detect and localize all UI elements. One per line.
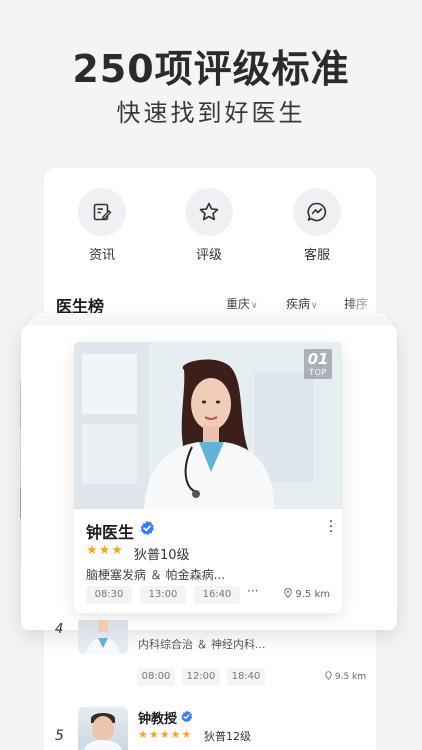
doctor-4-specialties: 内科综合治 ＆ 神经内科... <box>138 638 266 651</box>
time-slot[interactable]: 16:40 <box>194 586 240 604</box>
featured-doctor-card[interactable]: 01 TOP 钟医生 · · · ★★★ 狄普10级 脑梗塞发病 ＆ 帕金森病...… <box>74 342 342 613</box>
hero-headline: 250项评级标准 <box>72 47 350 91</box>
time-slot[interactable]: 08:30 <box>86 586 132 604</box>
location-pin-icon <box>284 588 292 599</box>
distance-value: 9.5 km <box>295 589 330 600</box>
chat-bubble-icon <box>307 202 327 222</box>
top-rank-badge: 01 TOP <box>304 349 332 379</box>
star-outline-icon <box>199 202 219 221</box>
shortcut-news[interactable]: 资讯 <box>72 188 132 263</box>
rank-number: 01 <box>307 350 329 368</box>
doctor-4-photo <box>86 620 120 654</box>
rank-tag: TOP <box>309 368 327 377</box>
doctor-portrait <box>74 342 342 509</box>
time-slot[interactable]: 13:00 <box>140 586 186 604</box>
doctor-5-name: 钟教授 <box>138 712 178 727</box>
filter-disease[interactable]: 疾病∨ <box>286 295 318 312</box>
chevron-down-icon: ∨ <box>311 301 318 311</box>
doctor-4-distance: 9.5 km <box>325 671 366 682</box>
location-pin-icon <box>325 671 332 680</box>
doctor-5-stars: ★★★★★ <box>138 728 193 741</box>
doctor-5-avatar <box>78 707 128 750</box>
distance: 9.5 km <box>284 588 330 600</box>
rank-number-5: 5 <box>55 728 64 744</box>
doctor-5-photo <box>84 713 122 750</box>
filter-city-label: 重庆 <box>226 297 251 311</box>
rank-number-4: 4 <box>55 622 64 637</box>
doctor-level: 狄普10级 <box>134 548 190 563</box>
more-options-icon[interactable]: · · · <box>328 515 334 539</box>
verified-icon <box>140 520 154 536</box>
news-edit-icon <box>93 203 112 221</box>
hero-subline: 快速找到好医生 <box>116 99 306 127</box>
doctor-photo: 01 TOP <box>74 342 342 509</box>
rating-stars: ★★★ <box>86 543 124 558</box>
filter-fade <box>350 288 376 314</box>
filter-disease-label: 疾病 <box>286 297 311 311</box>
more-slots[interactable]: ··· <box>247 584 258 598</box>
doctor-4-avatar <box>78 620 128 654</box>
chevron-down-icon: ∨ <box>251 301 258 311</box>
shortcut-news-label: 资讯 <box>88 248 115 263</box>
filter-city[interactable]: 重庆∨ <box>226 295 258 312</box>
time-slot[interactable]: 12:00 <box>182 668 220 686</box>
doctor-specialties: 脑梗塞发病 ＆ 帕金森病... <box>86 568 226 582</box>
shortcut-rating[interactable]: 评级 <box>179 188 239 263</box>
doctor-5-level: 狄普12级 <box>204 730 251 743</box>
shortcut-service[interactable]: 客服 <box>287 188 347 263</box>
verified-icon <box>181 710 193 723</box>
time-slot[interactable]: 18:40 <box>227 668 265 686</box>
time-slot[interactable]: 08:00 <box>137 668 175 686</box>
shortcut-service-label: 客服 <box>303 248 330 263</box>
doctor-4-distance-value: 9.5 km <box>334 672 367 682</box>
shortcut-rating-label: 评级 <box>195 248 222 263</box>
doctor-name: 钟医生 <box>86 523 135 542</box>
